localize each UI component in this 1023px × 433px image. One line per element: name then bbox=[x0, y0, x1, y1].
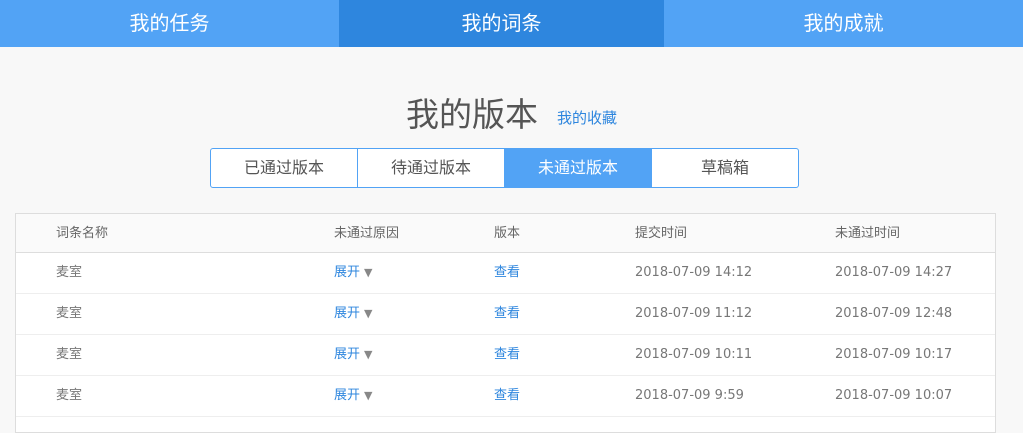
table-header: 词条名称 未通过原因 版本 提交时间 未通过时间 bbox=[16, 214, 995, 253]
tab-my-entries[interactable]: 我的词条 bbox=[339, 0, 664, 47]
segment-rejected[interactable]: 未通过版本 bbox=[505, 149, 652, 187]
expand-reason-button[interactable]: 展开 ▼ bbox=[334, 294, 372, 334]
rejected-time: 2018-07-09 10:17 bbox=[835, 347, 953, 362]
tab-my-achievements[interactable]: 我的成就 bbox=[664, 0, 1023, 47]
rejected-time: 2018-07-09 14:27 bbox=[835, 265, 953, 280]
segment-drafts[interactable]: 草稿箱 bbox=[652, 149, 798, 187]
caret-down-icon[interactable]: ▼ bbox=[364, 266, 372, 279]
entry-name: 麦室 bbox=[56, 388, 83, 403]
submitted-time: 2018-07-09 11:12 bbox=[635, 306, 753, 321]
my-favorites-link[interactable]: 我的收藏 bbox=[557, 109, 617, 127]
segment-pending[interactable]: 待通过版本 bbox=[358, 149, 505, 187]
view-version-link[interactable]: 查看 bbox=[494, 335, 520, 375]
table-row: 麦室 展开 ▼ 查看 2018-07-09 11:12 2018-07-09 12… bbox=[16, 294, 995, 335]
view-version-link[interactable]: 查看 bbox=[494, 376, 520, 416]
table-row: 麦室 展开 ▼ 查看 2018-07-09 10:11 2018-07-09 10… bbox=[16, 335, 995, 376]
header-reason: 未通过原因 bbox=[334, 226, 400, 241]
expand-label[interactable]: 展开 bbox=[334, 306, 360, 321]
submitted-time: 2018-07-09 9:59 bbox=[635, 388, 744, 403]
header-submitted: 提交时间 bbox=[635, 226, 688, 241]
expand-label[interactable]: 展开 bbox=[334, 347, 360, 362]
rejected-time: 2018-07-09 10:07 bbox=[835, 388, 953, 403]
expand-reason-button[interactable]: 展开 ▼ bbox=[334, 253, 372, 293]
entry-name: 麦室 bbox=[56, 347, 83, 362]
table-row: 麦室 展开 ▼ 查看 2018-07-09 14:12 2018-07-09 14… bbox=[16, 253, 995, 294]
page-title: 我的版本 bbox=[405, 95, 538, 134]
version-filter: 已通过版本 待通过版本 未通过版本 草稿箱 bbox=[210, 148, 799, 188]
versions-table: 词条名称 未通过原因 版本 提交时间 未通过时间 麦室 展开 ▼ 查看 2018-… bbox=[15, 213, 996, 433]
caret-down-icon[interactable]: ▼ bbox=[364, 348, 372, 361]
top-nav: 我的任务 我的词条 我的成就 bbox=[0, 0, 1023, 47]
caret-down-icon[interactable]: ▼ bbox=[364, 307, 372, 320]
view-version-link[interactable]: 查看 bbox=[494, 294, 520, 334]
title-area: 我的版本 我的收藏 bbox=[0, 88, 1023, 136]
header-version: 版本 bbox=[494, 226, 521, 241]
entry-name: 麦室 bbox=[56, 265, 83, 280]
expand-reason-button[interactable]: 展开 ▼ bbox=[334, 376, 372, 416]
rejected-time: 2018-07-09 12:48 bbox=[835, 306, 953, 321]
table-row: 麦室 展开 ▼ 查看 2018-07-09 9:59 2018-07-09 10:… bbox=[16, 376, 995, 417]
caret-down-icon[interactable]: ▼ bbox=[364, 389, 372, 402]
submitted-time: 2018-07-09 10:11 bbox=[635, 347, 753, 362]
view-version-link[interactable]: 查看 bbox=[494, 253, 520, 293]
expand-reason-button[interactable]: 展开 ▼ bbox=[334, 335, 372, 375]
header-entry-name: 词条名称 bbox=[56, 226, 109, 241]
header-rejected: 未通过时间 bbox=[835, 226, 901, 241]
entry-name: 麦室 bbox=[56, 306, 83, 321]
expand-label[interactable]: 展开 bbox=[334, 388, 360, 403]
tab-my-tasks[interactable]: 我的任务 bbox=[0, 0, 339, 47]
submitted-time: 2018-07-09 14:12 bbox=[635, 265, 753, 280]
segment-approved[interactable]: 已通过版本 bbox=[211, 149, 358, 187]
expand-label[interactable]: 展开 bbox=[334, 265, 360, 280]
